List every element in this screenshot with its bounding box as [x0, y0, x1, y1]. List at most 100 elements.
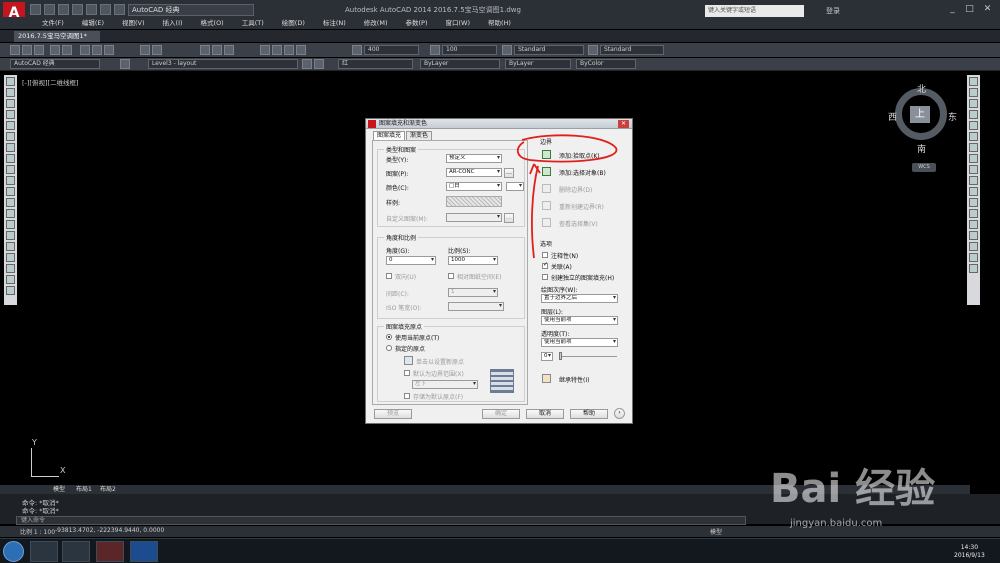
tab-gradient[interactable]: 渐变色	[406, 131, 433, 140]
new-icon[interactable]	[10, 45, 20, 55]
compass-north[interactable]: 北	[917, 82, 926, 95]
calculator-icon[interactable]	[296, 45, 306, 55]
help-button[interactable]: 帮助	[570, 409, 608, 419]
command-input[interactable]: 键入命令	[16, 516, 746, 525]
cancel-button[interactable]: 取消	[526, 409, 564, 419]
save-icon[interactable]	[58, 4, 69, 15]
compass-south[interactable]: 南	[917, 142, 926, 155]
cut-icon[interactable]	[80, 45, 90, 55]
add-select-objects-button[interactable]: 添加:选择对象(B)	[559, 168, 606, 177]
open-icon[interactable]	[44, 4, 55, 15]
polygon-icon[interactable]	[6, 110, 15, 119]
annotation-scale[interactable]: 比例 1 : 100	[20, 527, 55, 536]
ellipse-arc-icon[interactable]	[6, 187, 15, 196]
menu-parametric[interactable]: 参数(P)	[396, 17, 436, 29]
mtext-icon[interactable]	[6, 275, 15, 284]
transparency-slider-handle[interactable]	[559, 352, 562, 360]
chamfer-icon[interactable]	[969, 231, 978, 240]
dim-style-select[interactable]: Standard	[600, 45, 664, 55]
tab-hatch[interactable]: 图案填充	[373, 131, 406, 140]
plotstyle-select[interactable]: ByColor	[576, 59, 636, 69]
tool-palette-icon[interactable]	[284, 45, 294, 55]
tab-model[interactable]: 模型	[53, 485, 65, 494]
zoom-window-icon[interactable]	[224, 45, 234, 55]
undo-icon[interactable]	[140, 45, 150, 55]
menu-tools[interactable]: 工具(T)	[233, 17, 273, 29]
join-icon[interactable]	[969, 220, 978, 229]
lineweight-select[interactable]: 400	[364, 45, 419, 55]
tab-layout2[interactable]: 布局2	[100, 485, 116, 494]
layer-manager-icon[interactable]	[120, 59, 130, 69]
menu-edit[interactable]: 编辑(E)	[73, 17, 113, 29]
use-current-origin-radio[interactable]	[386, 334, 392, 340]
design-center-icon[interactable]	[272, 45, 282, 55]
linetype-select[interactable]: ByLayer	[420, 59, 500, 69]
table-icon[interactable]	[6, 264, 15, 273]
erase-icon[interactable]	[969, 77, 978, 86]
array-icon[interactable]	[969, 121, 978, 130]
scale-select[interactable]: 1000	[448, 256, 498, 265]
menu-draw[interactable]: 绘图(D)	[273, 17, 314, 29]
make-block-icon[interactable]	[6, 209, 15, 218]
explode-icon[interactable]	[969, 264, 978, 273]
color-select[interactable]: □白	[446, 182, 502, 191]
menu-modify[interactable]: 修改(M)	[355, 17, 397, 29]
menu-help[interactable]: 帮助(H)	[479, 17, 520, 29]
angle-select[interactable]: 0	[386, 256, 436, 265]
separate-hatches-checkbox[interactable]	[542, 274, 548, 280]
document-tab[interactable]: 2016.7.5宝马空调图1*	[14, 31, 100, 42]
undo-icon[interactable]	[100, 4, 111, 15]
pan-icon[interactable]	[200, 45, 210, 55]
browser-task-icon[interactable]	[62, 541, 90, 562]
break-icon[interactable]	[969, 209, 978, 218]
login-link[interactable]: 登录	[826, 6, 840, 16]
copy-icon[interactable]	[92, 45, 102, 55]
hatch-icon[interactable]	[6, 231, 15, 240]
menu-format[interactable]: 格式(O)	[192, 17, 233, 29]
add-pick-icon[interactable]	[542, 150, 551, 159]
transparency-select[interactable]: 使用当前项	[541, 338, 618, 347]
blend-icon[interactable]	[969, 253, 978, 262]
print-icon[interactable]	[86, 4, 97, 15]
layer-select[interactable]: Level3 - layout	[148, 59, 298, 69]
layer-select[interactable]: 使用当前项	[541, 316, 618, 325]
line-icon[interactable]	[6, 77, 15, 86]
point-icon[interactable]	[6, 220, 15, 229]
inherit-properties-icon[interactable]	[542, 374, 551, 383]
properties-icon[interactable]	[260, 45, 270, 55]
autocad-task-icon[interactable]	[96, 541, 124, 562]
save-as-icon[interactable]	[72, 4, 83, 15]
viewport-controls[interactable]: [-][俯视][二维线框]	[22, 77, 79, 87]
polyline-icon[interactable]	[6, 99, 15, 108]
move-icon[interactable]	[969, 132, 978, 141]
insert-block-icon[interactable]	[6, 198, 15, 207]
add-select-icon[interactable]	[542, 167, 551, 176]
region-icon[interactable]	[6, 253, 15, 262]
print-icon[interactable]	[50, 45, 60, 55]
start-button[interactable]	[3, 541, 24, 562]
add-selected-icon[interactable]	[6, 286, 15, 295]
viewcube-top-face[interactable]: 上	[910, 106, 930, 123]
rotate-icon[interactable]	[969, 143, 978, 152]
break-point-icon[interactable]	[969, 198, 978, 207]
color-select[interactable]: 红	[338, 59, 413, 69]
tab-layout1[interactable]: 布局1	[76, 485, 92, 494]
workspace-select-2[interactable]: AutoCAD 经典	[10, 59, 100, 69]
redo-icon[interactable]	[114, 4, 125, 15]
workspace-select[interactable]: AutoCAD 经典	[128, 4, 254, 16]
preview-icon[interactable]	[62, 45, 72, 55]
explorer-task-icon[interactable]	[30, 541, 58, 562]
menu-view[interactable]: 视图(V)	[113, 17, 154, 29]
ellipse-icon[interactable]	[6, 176, 15, 185]
zoom-icon[interactable]	[212, 45, 222, 55]
menu-insert[interactable]: 插入(I)	[154, 17, 192, 29]
pattern-swatch[interactable]	[446, 196, 502, 207]
add-pick-points-button[interactable]: 添加:拾取点(K)	[559, 151, 600, 160]
dialog-close-button[interactable]: ✕	[618, 120, 629, 128]
model-space-button[interactable]: 模型	[710, 527, 722, 536]
pattern-select[interactable]: AR-CONC	[446, 168, 502, 177]
pattern-browse-button[interactable]: …	[504, 168, 514, 178]
text-style-select[interactable]: Standard	[514, 45, 584, 55]
construction-line-icon[interactable]	[6, 88, 15, 97]
menu-window[interactable]: 窗口(W)	[436, 17, 479, 29]
